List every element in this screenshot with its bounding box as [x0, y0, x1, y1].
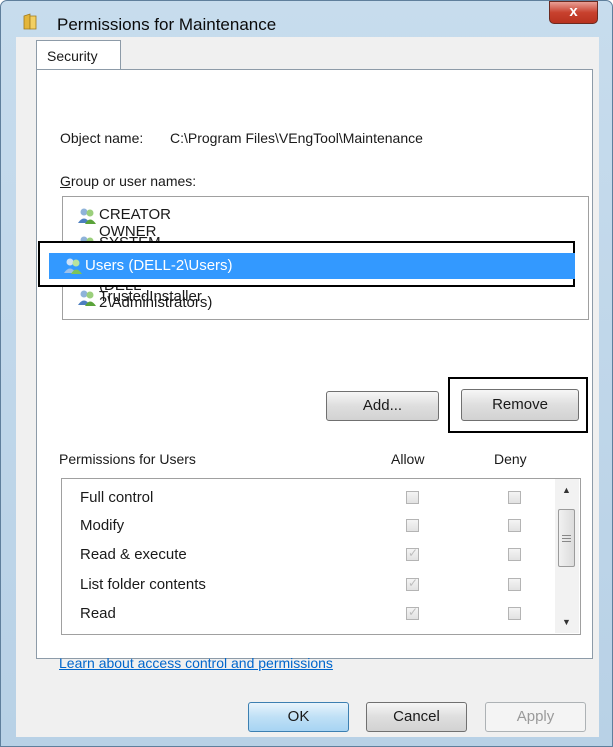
scrollbar-thumb[interactable] [558, 509, 575, 567]
add-button[interactable]: Add... [326, 391, 439, 421]
permission-row-modify: Modify [80, 517, 124, 539]
close-button[interactable]: x [549, 1, 598, 24]
list-item-label: TrustedInstaller [99, 288, 202, 305]
list-item-label: Users (DELL-2\Users) [85, 257, 233, 274]
deny-checkbox-list-folder-contents[interactable] [508, 578, 521, 591]
deny-checkbox-modify[interactable] [508, 519, 521, 532]
user-group-icon [64, 258, 82, 274]
allow-checkbox-read[interactable] [406, 605, 419, 620]
ok-button[interactable]: OK [248, 702, 349, 732]
deny-checkbox-full-control[interactable] [508, 491, 521, 504]
permissions-list[interactable]: Full control Modify Read & execute List … [61, 478, 581, 635]
object-name-label: Object name: [60, 130, 144, 146]
user-group-icon [78, 290, 96, 306]
permission-name: Read [80, 605, 116, 622]
permission-row-read-execute: Read & execute [80, 546, 187, 568]
permission-name: Full control [80, 489, 154, 506]
close-icon: x [569, 3, 578, 20]
remove-button[interactable]: Remove [461, 389, 579, 421]
group-list-label: Group or user names: [60, 173, 197, 189]
permission-name: Modify [80, 517, 125, 534]
grip-line [562, 541, 571, 542]
window-title: Permissions for Maintenance [57, 15, 277, 34]
group-list-label-rest: roup or user names: [70, 173, 197, 189]
cancel-button-label: Cancel [393, 708, 440, 725]
allow-checkbox-list-folder-contents[interactable] [406, 576, 419, 591]
scroll-down-icon[interactable]: ▼ [562, 617, 571, 627]
add-button-label: Add... [362, 397, 403, 414]
allow-checkbox-full-control[interactable] [406, 491, 419, 504]
tab-security-label: Security [47, 48, 98, 64]
apply-button-label: Apply [516, 708, 555, 725]
object-name-value: C:\Program Files\VEngTool\Maintenance [170, 130, 423, 146]
permission-row-full-control: Full control [80, 489, 153, 511]
deny-checkbox-read[interactable] [508, 607, 521, 620]
permission-name: Read & execute [80, 546, 187, 563]
dialog-window: Permissions for Maintenance x Security O… [0, 0, 613, 747]
remove-button-label: Remove [492, 396, 548, 413]
tab-security[interactable]: Security [36, 40, 121, 70]
ok-button-label: OK [287, 708, 310, 725]
help-link[interactable]: Learn about access control and permissio… [59, 655, 333, 671]
allow-checkbox-modify[interactable] [406, 519, 419, 532]
tab-strip: Security [16, 37, 599, 70]
permission-name: List folder contents [80, 576, 206, 593]
user-group-icon [78, 208, 96, 224]
permission-row-read: Read [80, 605, 116, 627]
permissions-scrollbar[interactable]: ▲ ▼ [555, 479, 579, 633]
apply-button[interactable]: Apply [485, 702, 586, 732]
grip-line [562, 538, 571, 539]
allow-column-header: Allow [391, 451, 425, 467]
grip-line [562, 535, 571, 536]
cancel-button[interactable]: Cancel [366, 702, 467, 732]
folder-icon [23, 13, 37, 30]
permission-row-list-folder-contents: List folder contents [80, 576, 206, 598]
allow-checkbox-read-execute[interactable] [406, 546, 419, 561]
deny-column-header: Deny [494, 451, 527, 467]
title-bar[interactable]: Permissions for Maintenance x [1, 1, 612, 37]
list-item-users-selected[interactable]: Users (DELL-2\Users) [49, 253, 575, 279]
deny-checkbox-read-execute[interactable] [508, 548, 521, 561]
scroll-up-icon[interactable]: ▲ [562, 485, 571, 495]
permissions-title: Permissions for Users [59, 451, 196, 467]
